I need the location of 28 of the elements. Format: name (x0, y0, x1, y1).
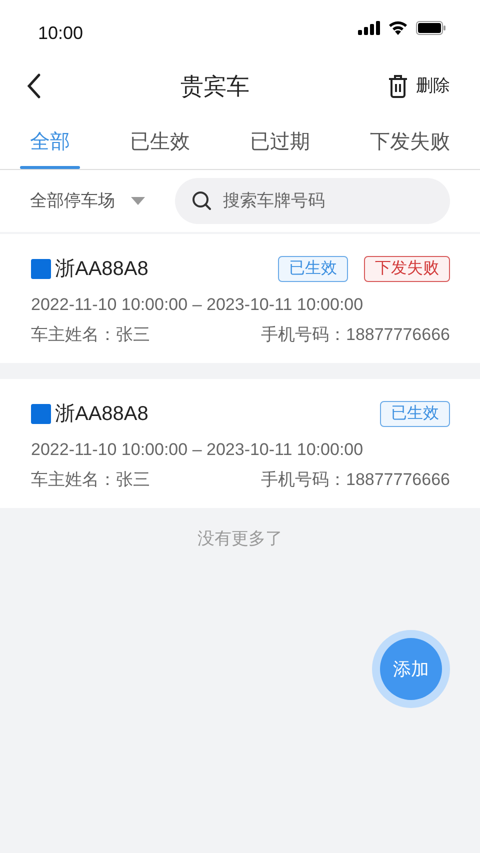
phone-number: 手机号码：18877776666 (260, 324, 450, 346)
status-tag: 已生效 (278, 256, 348, 282)
wifi-icon (388, 20, 408, 35)
vehicle-card[interactable]: 浙AA88A8 已生效 下发失败 2022-11-10 10:00:00 – 2023-10-11 10:00:00 车主姓名：张三 手机号码：18877776666 (0, 234, 480, 363)
caret-icon (131, 197, 145, 205)
owner-name: 车主姓名：张三 (31, 468, 150, 490)
vehicle-card[interactable]: 浙AA88A8 已生效 2022-11-10 10:00:00 – 2023-10-11 10:00:00 车主姓名：张三 手机号码：18877776666 (0, 379, 480, 508)
status-time: 10:00 (38, 22, 84, 45)
page-title: 贵宾车 (180, 72, 250, 101)
list-end-text: 没有更多了 (196, 528, 284, 550)
delete-button[interactable]: 删除 (388, 73, 450, 99)
plate-number: 浙AA88A8 (55, 257, 148, 282)
trash-icon (388, 74, 408, 98)
tab[interactable]: 已过期 (244, 119, 316, 169)
search-field[interactable]: 搜索车牌号码 (175, 178, 450, 224)
plate-number: 浙AA88A8 (55, 402, 148, 427)
owner-name: 车主姓名：张三 (31, 324, 150, 346)
validity-period: 2022-11-10 10:00:00 – 2023-10-11 10:00:00 (31, 294, 364, 316)
tab[interactable]: 已生效 (124, 119, 196, 169)
validity-period: 2022-11-10 10:00:00 – 2023-10-11 10:00:00 (31, 439, 364, 461)
battery-icon (416, 20, 446, 34)
parking-lot-dropdown[interactable]: 全部停车场 (30, 188, 145, 214)
phone-number: 手机号码：18877776666 (260, 468, 450, 490)
tab[interactable]: 下发失败 (364, 119, 456, 169)
back-button[interactable] (26, 73, 42, 99)
signal-icon (358, 20, 380, 34)
status-tag: 已生效 (380, 401, 450, 427)
status-tag: 下发失败 (364, 256, 450, 282)
